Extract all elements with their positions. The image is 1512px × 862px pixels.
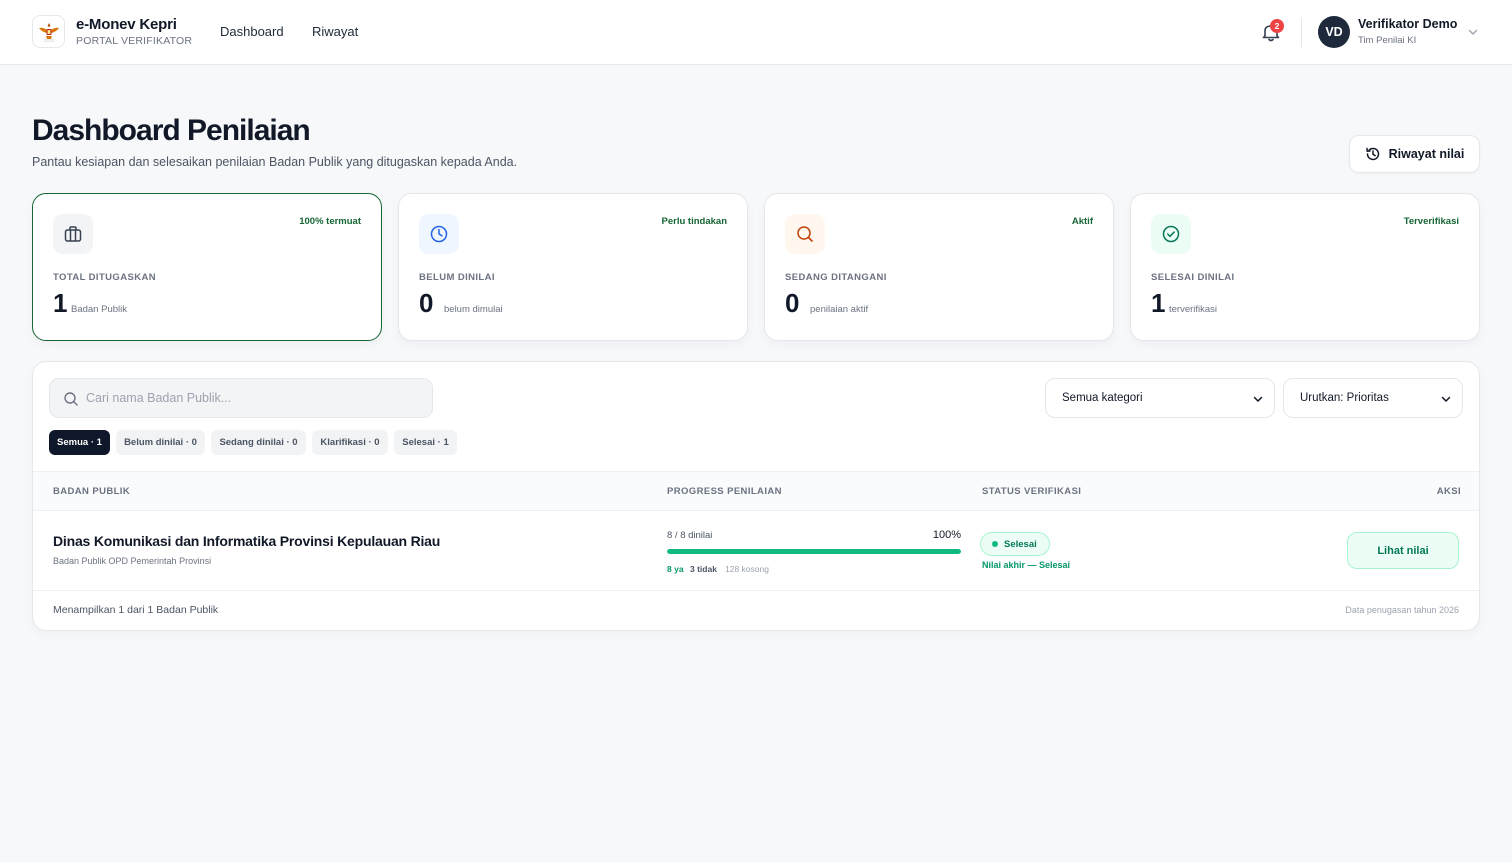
search-icon — [797, 226, 813, 242]
stat-card-sedang[interactable]: Aktif SEDANG DITANGANI 0 penilaian aktif — [764, 193, 1114, 341]
stat-label: TOTAL DITUGASKAN — [53, 272, 156, 283]
column-header: BADAN PUBLIK — [53, 486, 131, 497]
progress-empty-count: 128 kosong — [725, 564, 769, 574]
stat-icon-wrap — [419, 214, 459, 254]
chevron-down-icon — [1253, 396, 1263, 402]
stat-icon-wrap — [1151, 214, 1191, 254]
nav-riwayat[interactable]: Riwayat — [312, 24, 358, 39]
stat-card-total[interactable]: 100% termuat TOTAL DITUGASKAN 1 Badan Pu… — [32, 193, 382, 341]
history-icon — [1365, 147, 1379, 161]
progress-no-count: 3 tidak — [690, 564, 717, 574]
category-select[interactable]: Semua kategori — [1045, 378, 1275, 418]
avatar[interactable]: VD — [1318, 16, 1350, 48]
search-box[interactable] — [49, 378, 433, 418]
nav-dashboard[interactable]: Dashboard — [220, 24, 284, 39]
stat-label: BELUM DINILAI — [419, 272, 495, 283]
badan-publik-category: Badan Publik OPD Pemerintah Provinsi — [53, 556, 212, 566]
status-note: Nilai akhir — Selesai — [982, 560, 1071, 570]
stat-value: 0 — [785, 288, 800, 318]
status-dot — [992, 541, 998, 547]
stat-icon-wrap — [53, 214, 93, 254]
progress-yes-count: 8 ya — [667, 564, 684, 574]
assignment-panel: Semua kategori Urutkan: Prioritas Semua … — [32, 361, 1480, 631]
column-header: AKSI — [1436, 486, 1461, 497]
garuda-emblem-icon — [38, 22, 59, 42]
clock-icon — [430, 225, 448, 243]
table-footer-note: Data penugasan tahun 2026 — [1345, 605, 1459, 615]
top-navbar: e-Monev Kepri PORTAL VERIFIKATOR Dashboa… — [0, 0, 1512, 65]
progress-label: 8 / 8 dinilai — [667, 530, 713, 541]
stat-card-selesai[interactable]: Terverifikasi SELESAI DINILAI 1 terverif… — [1130, 193, 1480, 341]
search-icon — [64, 392, 78, 406]
filter-chip-belum[interactable]: Belum dinilai · 0 — [116, 430, 205, 455]
brand-subtitle: PORTAL VERIFIKATOR — [76, 35, 193, 47]
table-header: BADAN PUBLIK PROGRESS PENILAIAN STATUS V… — [33, 471, 1479, 511]
status-badge-label: Selesai — [1004, 538, 1037, 550]
stat-tag: 100% termuat — [299, 216, 361, 227]
briefcase-icon — [64, 226, 82, 242]
stat-card-belum[interactable]: Perlu tindakan BELUM DINILAI 0 belum dim… — [398, 193, 748, 341]
garuda-logo[interactable] — [32, 15, 65, 48]
table-row[interactable]: Dinas Komunikasi dan Informatika Provins… — [33, 511, 1479, 591]
stat-unit: terverifikasi — [1169, 304, 1218, 315]
history-button-label: Riwayat nilai — [1388, 147, 1465, 161]
stat-label: SEDANG DITANGANI — [785, 272, 887, 283]
column-header: STATUS VERIFIKASI — [982, 486, 1082, 497]
stat-value: 1 — [1151, 288, 1166, 318]
category-select-value: Semua kategori — [1062, 392, 1143, 404]
sort-select[interactable]: Urutkan: Prioritas — [1283, 378, 1463, 418]
brand-title: e-Monev Kepri — [76, 16, 177, 33]
stat-icon-wrap — [785, 214, 825, 254]
stat-tag: Aktif — [1071, 216, 1093, 227]
stat-unit: belum dimulai — [444, 304, 503, 315]
page-subtitle: Pantau kesiapan dan selesaikan penilaian… — [32, 155, 518, 169]
chevron-down-icon — [1441, 396, 1451, 402]
filter-chip-semua[interactable]: Semua · 1 — [49, 430, 110, 455]
stat-unit: Badan Publik — [71, 304, 127, 315]
chevron-down-icon[interactable] — [1467, 26, 1479, 38]
stat-label: SELESAI DINILAI — [1151, 272, 1235, 283]
stat-tag: Perlu tindakan — [661, 216, 727, 227]
column-header: PROGRESS PENILAIAN — [667, 486, 782, 497]
page-title: Dashboard Penilaian — [32, 114, 311, 147]
search-input[interactable] — [86, 379, 426, 417]
header-divider — [1301, 18, 1302, 47]
stat-tag: Terverifikasi — [1403, 216, 1459, 227]
view-score-button[interactable]: Lihat nilai — [1347, 532, 1459, 569]
filter-chip-sedang[interactable]: Sedang dinilai · 0 — [211, 430, 306, 455]
status-badge: Selesai — [980, 532, 1050, 556]
progress-percent: 100% — [932, 529, 961, 541]
stat-value: 0 — [419, 288, 434, 318]
badan-publik-name[interactable]: Dinas Komunikasi dan Informatika Provins… — [53, 533, 440, 549]
history-button[interactable]: Riwayat nilai — [1349, 135, 1480, 173]
progress-bar — [667, 549, 961, 554]
filter-chip-selesai[interactable]: Selesai · 1 — [394, 430, 457, 455]
user-role: Tim Penilai KI — [1358, 35, 1417, 46]
progress-bar-fill — [667, 549, 961, 554]
table-footer-count: Menampilkan 1 dari 1 Badan Publik — [53, 604, 219, 616]
stat-value: 1 — [53, 288, 68, 318]
user-name[interactable]: Verifikator Demo — [1358, 17, 1457, 31]
sort-select-value: Urutkan: Prioritas — [1300, 392, 1389, 404]
check-circle-icon — [1162, 225, 1180, 243]
stat-unit: penilaian aktif — [810, 304, 869, 315]
notification-badge: 2 — [1270, 19, 1284, 33]
filter-chip-klarifikasi[interactable]: Klarifikasi · 0 — [312, 430, 388, 455]
